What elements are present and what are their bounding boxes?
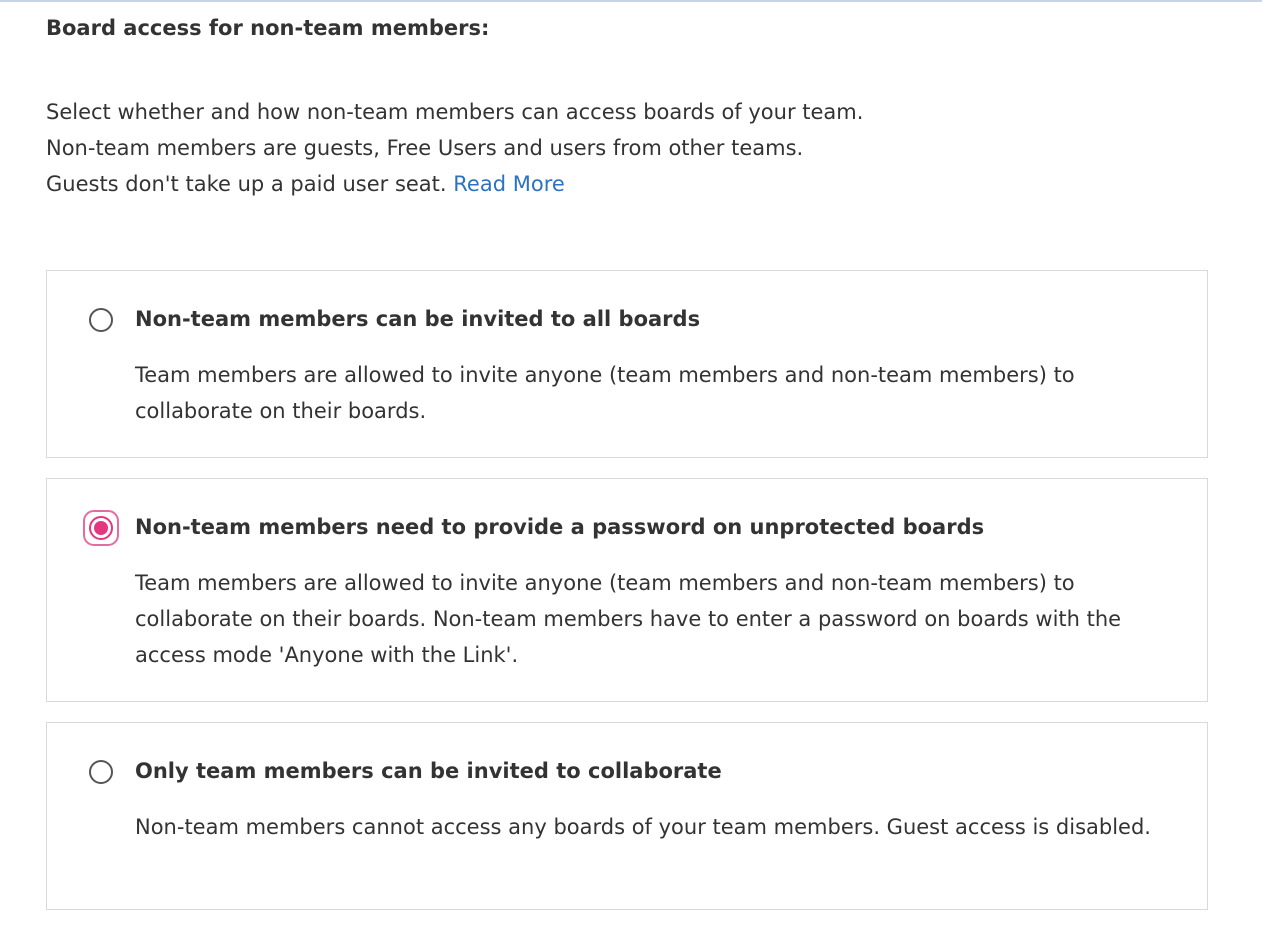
access-option-password-required[interactable]: Non-team members need to provide a passw… <box>46 478 1208 702</box>
access-option-team-only[interactable]: Only team members can be invited to coll… <box>46 722 1208 910</box>
option-description: Team members are allowed to invite anyon… <box>135 363 1075 423</box>
radio-button-unselected[interactable] <box>89 308 113 332</box>
option-description: Team members are allowed to invite anyon… <box>135 571 1122 667</box>
option-title: Non-team members can be invited to all b… <box>135 307 701 331</box>
intro-line: Select whether and how non-team members … <box>46 100 864 124</box>
radio-button-selected[interactable] <box>83 510 119 546</box>
intro-line-with-link: Guests don't take up a paid user seat. R… <box>46 166 863 202</box>
top-divider <box>0 0 1262 2</box>
page: Board access for non-team members: Selec… <box>0 0 1262 926</box>
option-title: Only team members can be invited to coll… <box>135 759 722 783</box>
section-heading: Board access for non-team members: <box>46 16 490 40</box>
option-title: Non-team members need to provide a passw… <box>135 515 985 539</box>
radio-button-unselected[interactable] <box>89 760 113 784</box>
intro-line-text: Guests don't take up a paid user seat. <box>46 172 447 196</box>
option-description: Non-team members cannot access any board… <box>135 815 1151 839</box>
read-more-link[interactable]: Read More <box>453 172 565 196</box>
access-option-invite-all[interactable]: Non-team members can be invited to all b… <box>46 270 1208 458</box>
intro-line: Non-team members are guests, Free Users … <box>46 136 804 160</box>
section-intro: Select whether and how non-team members … <box>46 94 863 202</box>
